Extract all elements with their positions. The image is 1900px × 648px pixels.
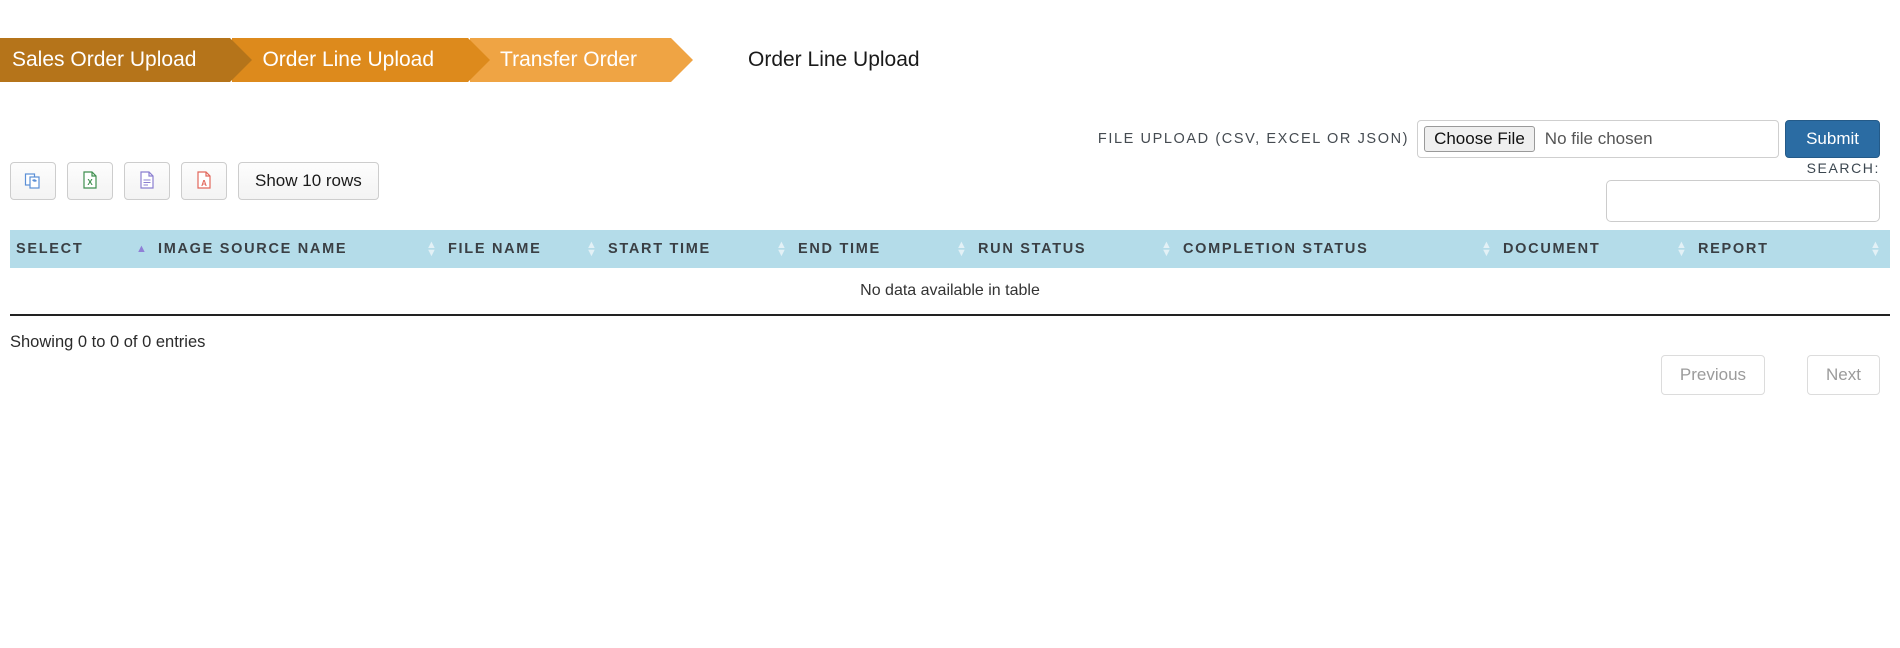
breadcrumb-label: Order Line Upload: [262, 48, 435, 71]
sort-arrow-icon: ▲ ▼: [1870, 239, 1883, 259]
choose-file-button[interactable]: Choose File: [1424, 126, 1535, 152]
column-header-end-time[interactable]: ▲ ▼ End Time: [770, 230, 950, 269]
file-input[interactable]: Choose File No file chosen: [1417, 120, 1780, 158]
column-label: Report: [1698, 241, 1769, 257]
breadcrumb-item-order-line-upload[interactable]: Order Line Upload: [232, 38, 490, 82]
column-label: Start Time: [608, 241, 711, 257]
column-header-start-time[interactable]: ▲ ▼ Start Time: [580, 230, 770, 269]
column-header-image-source-name[interactable]: ▲ Image Source Name: [130, 230, 420, 269]
excel-icon: X: [80, 170, 100, 193]
upload-history-table: Select ▲ Image Source Name ▲ ▼ File Name ▲ ▼…: [10, 230, 1890, 317]
sort-arrow-icon: ▲ ▼: [776, 239, 789, 260]
csv-icon: [137, 170, 157, 193]
breadcrumb-label: Sales Order Upload: [12, 48, 197, 71]
column-label: End Time: [798, 241, 881, 257]
column-header-file-name[interactable]: ▲ ▼ File Name: [420, 230, 580, 269]
show-rows-button[interactable]: Show 10 rows: [238, 162, 379, 200]
pagination: Previous Next: [1660, 355, 1880, 395]
excel-export-button[interactable]: X: [67, 162, 113, 200]
column-label: Completion Status: [1183, 241, 1369, 257]
file-status-text: No file chosen: [1544, 129, 1653, 148]
sort-arrow-icon: ▲ ▼: [1676, 239, 1689, 260]
column-label: Select: [16, 241, 84, 258]
pdf-icon: A: [194, 170, 214, 193]
svg-text:A: A: [201, 179, 207, 188]
table-header-row: Select ▲ Image Source Name ▲ ▼ File Name ▲ ▼…: [10, 230, 1890, 269]
sort-arrow-icon: ▲ ▼: [1161, 239, 1174, 260]
pdf-export-button[interactable]: A: [181, 162, 227, 200]
export-toolbar: X A Show 10 rows: [10, 162, 379, 200]
column-header-document[interactable]: ▲ ▼ Document: [1475, 230, 1670, 269]
file-upload-row: File Upload (CSV, Excel or JSON) Choose …: [1098, 120, 1880, 158]
column-header-run-status[interactable]: ▲ ▼ Run Status: [950, 230, 1155, 269]
entries-info: Showing 0 to 0 of 0 entries: [10, 333, 206, 351]
sort-arrow-icon: ▲ ▼: [956, 239, 969, 260]
sort-arrow-icon: ▲: [136, 243, 149, 256]
file-upload-label: File Upload (CSV, Excel or JSON): [1097, 131, 1410, 147]
svg-text:X: X: [87, 178, 93, 187]
search-input[interactable]: [1606, 180, 1880, 222]
sort-arrow-icon: ▲ ▼: [586, 239, 599, 260]
copy-button[interactable]: [10, 162, 56, 200]
submit-button[interactable]: Submit: [1785, 120, 1880, 158]
sort-arrow-icon: ▲ ▼: [426, 239, 439, 260]
breadcrumb-item-sales-order-upload[interactable]: Sales Order Upload: [0, 38, 253, 82]
search-label: Search:: [1806, 160, 1880, 176]
previous-page-button[interactable]: Previous: [1660, 355, 1766, 395]
search-area: Search:: [1606, 160, 1880, 222]
column-header-report[interactable]: ▲ ▼ Report ▲ ▼: [1670, 230, 1890, 269]
page-title: Order Line Upload: [748, 48, 920, 71]
column-header-completion-status[interactable]: ▲ ▼ Completion Status: [1155, 230, 1475, 269]
column-label: Document: [1503, 241, 1601, 257]
breadcrumb-label: Transfer Order: [500, 48, 637, 71]
next-page-button[interactable]: Next: [1807, 355, 1880, 395]
sort-arrow-icon: ▲ ▼: [1481, 239, 1494, 260]
breadcrumb-item-transfer-order[interactable]: Transfer Order: [470, 38, 693, 82]
column-header-select[interactable]: Select: [10, 230, 130, 269]
column-label: Run Status: [978, 241, 1087, 257]
breadcrumb: Sales Order Upload Order Line Upload Tra…: [0, 38, 693, 82]
table-empty-row: No data available in table: [10, 268, 1890, 317]
empty-message: No data available in table: [10, 268, 1890, 317]
column-label: Image Source Name: [158, 241, 348, 258]
column-label: File Name: [448, 241, 542, 257]
copy-icon: [23, 170, 43, 193]
csv-export-button[interactable]: [124, 162, 170, 200]
